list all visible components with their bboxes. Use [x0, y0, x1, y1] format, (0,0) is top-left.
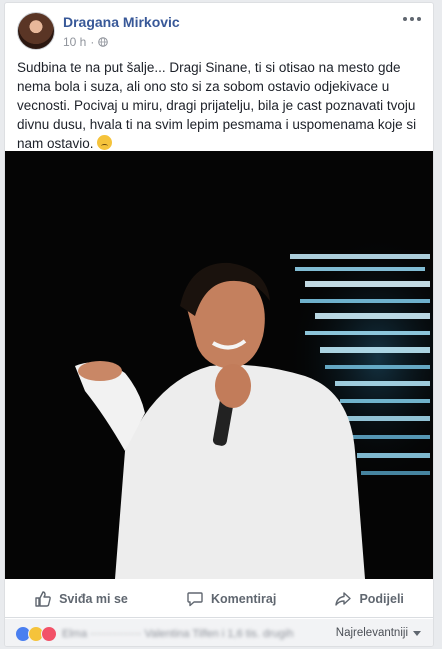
post-meta: 10 h · [63, 35, 109, 49]
like-button[interactable]: Sviđa mi se [24, 584, 138, 614]
concert-photo [5, 151, 433, 579]
comment-icon [187, 591, 203, 606]
author-name[interactable]: Dragana Mirkovic [63, 14, 180, 30]
meta-separator: · [90, 35, 95, 49]
post-timestamp[interactable]: 10 h [63, 35, 86, 49]
more-options-icon[interactable] [403, 13, 421, 25]
post-header: Dragana Mirkovic 10 h · [5, 3, 433, 55]
comment-sort-dropdown[interactable]: Najrelevantniji [336, 627, 421, 639]
like-label: Sviđa mi se [59, 591, 128, 606]
post-photo[interactable] [5, 151, 433, 579]
love-reaction-icon [41, 625, 57, 642]
post-actions: Sviđa mi se Komentiraj Podijeli [5, 580, 433, 618]
post-body: Sudbina te na put šalje... Dragi Sinane,… [17, 60, 417, 151]
share-label: Podijeli [359, 591, 404, 606]
chevron-down-icon [413, 630, 421, 636]
comment-label: Komentiraj [211, 591, 277, 606]
sort-label: Najrelevantniji [335, 627, 408, 639]
author-avatar[interactable] [17, 12, 55, 50]
globe-icon[interactable] [98, 37, 109, 47]
comment-button[interactable]: Komentiraj [176, 584, 286, 614]
sad-face-emoji-icon [97, 135, 113, 150]
reactions-summary[interactable]: Elma ·············· Valentina Tilfen i 1… [62, 628, 293, 640]
post-card: Dragana Mirkovic 10 h · Sudbina te na pu… [4, 2, 434, 647]
reaction-icons[interactable] [15, 625, 57, 642]
thumbs-up-icon [35, 590, 51, 607]
share-icon [335, 591, 352, 606]
reactions-bar: Elma ·············· Valentina Tilfen i 1… [5, 619, 433, 646]
share-button[interactable]: Podijeli [324, 584, 413, 614]
